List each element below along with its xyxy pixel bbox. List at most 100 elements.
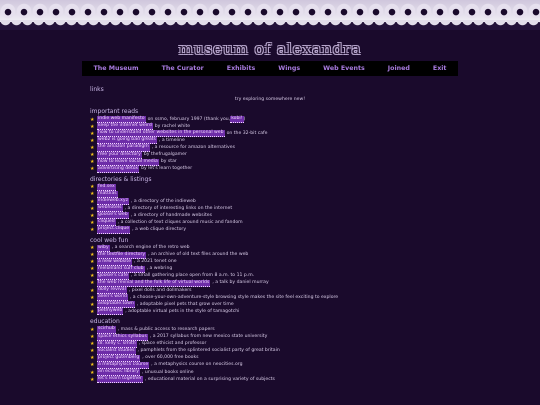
- star-icon: ★: [90, 259, 95, 266]
- list-item: ★ cliqued, a collection of text cliques a…: [90, 219, 450, 227]
- nav-curator[interactable]: The Curator: [162, 65, 204, 72]
- nav-museum[interactable]: The Museum: [94, 65, 139, 72]
- list-item: ★ socialist studies, pamphlets from the s…: [90, 347, 450, 355]
- star-icon: ★: [90, 308, 95, 315]
- star-icon: ★: [90, 226, 95, 233]
- link-description: , mass & public access to research paper…: [117, 326, 215, 332]
- list-item: ★ project gutenberg, over 60,000 free boo…: [90, 354, 450, 362]
- star-icon: ★: [90, 191, 95, 198]
- links-section: cool web fun ★ wiby, a search engine of th…: [90, 237, 450, 316]
- list-item: ★ a metaphysics course, a metaphysics cou…: [90, 361, 450, 369]
- link-description: , adoptable virtual pets in the style of…: [125, 308, 240, 314]
- external-link[interactable]: fed.sex: [97, 183, 116, 191]
- star-icon: ★: [90, 326, 95, 333]
- list-item: ★ goosie's web, a directory of handmade w…: [90, 212, 450, 220]
- list-item: ★ advertising detox by let's learn togeth…: [90, 165, 450, 173]
- star-icon: ★: [90, 219, 95, 226]
- nav-joined[interactable]: Joined: [388, 65, 410, 72]
- list-item: ★ scirhub, mass & public access to resear…: [90, 326, 450, 334]
- external-link[interactable]: dr. kelly c. smith: [97, 340, 137, 348]
- link-description: , a webring: [146, 266, 173, 272]
- star-icon: ★: [90, 376, 95, 383]
- star-icon: ★: [90, 252, 95, 259]
- list-item: ★ dr. kelly c. smith, space ethicist and …: [90, 340, 450, 348]
- list-item: ★ alien's world, a choose-your-own-advent…: [90, 294, 450, 302]
- external-link[interactable]: a new website: [97, 258, 133, 266]
- link-description: , a directory of the indieweb: [131, 198, 196, 204]
- external-link[interactable]: melonland surf club: [97, 265, 145, 273]
- list-item: ★ indieweb.xyz, a directory of the indiew…: [90, 198, 450, 206]
- nav-web-events[interactable]: Web Events: [323, 65, 365, 72]
- star-icon: ★: [90, 205, 95, 212]
- external-link[interactable]: goosie's cafe: [97, 272, 129, 280]
- list-item: ★ wiby, a search engine of the retro web: [90, 244, 450, 252]
- link-description: , a web clique directory: [132, 226, 187, 232]
- tagline: try exploring somewhere new!: [234, 97, 306, 102]
- link-description: , a small gathering place open from 8 a.…: [130, 273, 255, 279]
- list-item: ★ let's learn together, educational mater…: [90, 376, 450, 384]
- external-link[interactable]: the textfile directory: [97, 251, 147, 259]
- star-icon: ★: [90, 266, 95, 273]
- external-link[interactable]: a metaphysics course: [97, 361, 150, 369]
- nav-wings[interactable]: Wings: [278, 65, 300, 72]
- link-description: , a directory of handmade websites: [130, 212, 212, 218]
- list-item: ★ mattlias: [90, 190, 450, 199]
- star-icon: ★: [90, 130, 95, 137]
- nav-exit[interactable]: Exit: [433, 65, 447, 72]
- link-description: by let's learn together: [141, 166, 193, 172]
- external-link[interactable]: advertising detox: [97, 165, 140, 173]
- external-link[interactable]: project gutenberg: [97, 354, 141, 362]
- external-link[interactable]: petmyweb: [97, 308, 124, 316]
- link-description: , a resource for amazon alternatives: [151, 144, 235, 150]
- external-link[interactable]: wiby: [97, 244, 110, 252]
- star-icon: ★: [90, 245, 95, 251]
- link-description: , a 2021 tenet one: [134, 259, 177, 265]
- list-item: ★ a new website, a 2021 tenet one: [90, 258, 450, 266]
- list-item: ★ an eclectic library, unusual books onli…: [90, 369, 450, 377]
- lace-pattern: [0, 0, 540, 22]
- external-link[interactable]: let's learn together: [97, 376, 143, 384]
- nav-exhibits[interactable]: Exhibits: [227, 65, 255, 72]
- lace-border: [0, 0, 540, 30]
- main-content: links try exploring somewhere new! impor…: [90, 86, 450, 384]
- link-description: , a 2017 syllabus from new mexico state …: [149, 334, 268, 340]
- link-description: , a collection of text cliques around mu…: [117, 219, 243, 225]
- star-icon: ★: [90, 273, 95, 280]
- list-item: ★ project.clique, a web clique directory: [90, 226, 450, 234]
- external-link[interactable]: how to leave social media: [97, 158, 159, 166]
- links-section: important reads ★ indie web manifesto on s…: [90, 108, 450, 173]
- list-item: ★ how to leave social media by star: [90, 158, 450, 166]
- star-icon: ★: [90, 144, 95, 151]
- link-list: ★ indie web manifesto on ssmo, february 1…: [90, 116, 450, 173]
- link-description: by rachel white: [154, 123, 191, 129]
- star-icon: ★: [90, 362, 95, 369]
- star-icon: ★: [90, 137, 95, 144]
- lace-scallop: [0, 20, 540, 30]
- external-link[interactable]: project.clique: [97, 226, 131, 234]
- link-description-tail: ): [243, 116, 246, 122]
- external-link[interactable]: the web revival and the folk life of vir…: [97, 279, 211, 288]
- external-link[interactable]: space ethics syllabus: [97, 333, 148, 341]
- inline-link[interactable]: kobi!: [230, 116, 244, 124]
- external-link[interactable]: free your directory: [97, 151, 142, 159]
- link-description: , a choose-your-own-adventure-style brow…: [129, 294, 339, 300]
- external-link[interactable]: socialist studies: [97, 347, 136, 355]
- link-list: ★ wiby, a search engine of the retro web ★…: [90, 244, 450, 316]
- link-description: on ssmo, february 1997 (thank you,: [147, 116, 231, 122]
- external-link[interactable]: mattlias: [97, 190, 118, 199]
- star-icon: ★: [90, 184, 95, 191]
- star-icon: ★: [90, 355, 95, 362]
- link-list: ★ scirhub, mass & public access to resear…: [90, 326, 450, 384]
- link-description: , pixel dolls and dollmakers: [128, 287, 192, 293]
- links-section: directories & listings ★ fed.sex ★ mattlias ★…: [90, 176, 450, 234]
- star-icon: ★: [90, 212, 95, 219]
- section-heading: education: [90, 318, 120, 326]
- list-item: ★ goosie's cafe, a small gathering place …: [90, 272, 450, 280]
- list-item: ★ the textfile directory, an archive of o…: [90, 251, 450, 259]
- external-link[interactable]: the amazon paradigm: [97, 144, 150, 152]
- list-item: ★ webhotels, a directory of interesting l…: [90, 205, 450, 213]
- section-heading: cool web fun: [90, 236, 129, 244]
- link-description: , educational material on a surprising v…: [144, 376, 275, 382]
- list-item: ★ the amazon paradigm, a resource for ama…: [90, 144, 450, 152]
- external-link[interactable]: scirhub: [97, 326, 116, 334]
